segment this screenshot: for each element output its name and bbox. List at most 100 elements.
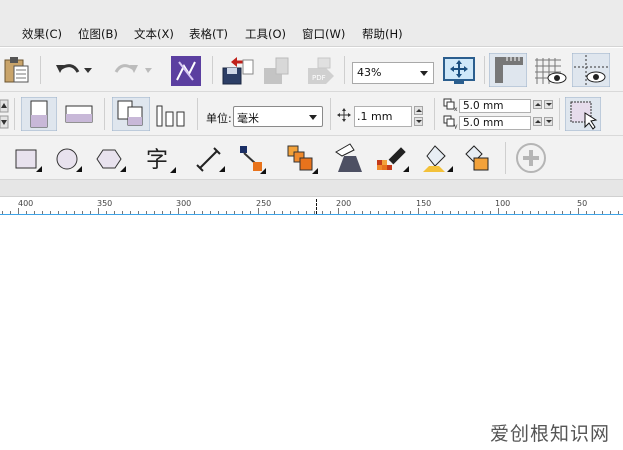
ruler-tick xyxy=(546,211,547,214)
duplicate-y-icon: y xyxy=(443,115,459,129)
ruler-tick xyxy=(186,211,187,214)
ruler-tick xyxy=(162,211,163,214)
ruler-tick xyxy=(66,211,67,214)
ruler-tick xyxy=(154,211,155,214)
nudge-distance-input[interactable]: .1 mm xyxy=(354,106,412,127)
ruler-tick xyxy=(442,211,443,214)
ruler-tick xyxy=(90,211,91,214)
ruler-tick xyxy=(498,208,499,214)
menu-effects[interactable]: 效果(C) xyxy=(22,26,62,42)
corel-connect-icon[interactable] xyxy=(171,56,201,86)
all-pages-icon[interactable] xyxy=(112,97,150,131)
ruler-tick xyxy=(570,211,571,214)
ruler-tick xyxy=(530,211,531,214)
nudge-decrease-button[interactable] xyxy=(414,117,423,126)
menu-tools[interactable]: 工具(O) xyxy=(245,26,286,42)
ruler-tick xyxy=(202,211,203,214)
text-tool-icon[interactable]: 字 xyxy=(144,145,178,175)
ruler-tick xyxy=(122,211,123,214)
units-label: 单位: xyxy=(206,112,232,125)
ruler-tick xyxy=(34,211,35,214)
ruler-tick xyxy=(330,211,331,214)
zoom-level-select[interactable]: 43% xyxy=(352,62,434,84)
duplicate-y-decrease-button[interactable] xyxy=(544,117,553,126)
drawing-canvas[interactable] xyxy=(0,216,623,450)
ruler-tick xyxy=(114,211,115,214)
rectangle-tool-icon[interactable] xyxy=(14,148,44,174)
ruler-tick xyxy=(2,211,3,214)
duplicate-x-decrease-button[interactable] xyxy=(544,100,553,109)
menu-help[interactable]: 帮助(H) xyxy=(362,26,403,42)
nudge-increase-button[interactable] xyxy=(414,106,423,115)
menu-table[interactable]: 表格(T) xyxy=(189,26,228,42)
duplicate-y-input[interactable]: 5.0 mm xyxy=(459,116,531,130)
ruler-tick xyxy=(578,208,579,214)
connector-tool-icon[interactable] xyxy=(236,144,268,174)
show-rulers-icon[interactable] xyxy=(489,53,527,87)
ruler-tick xyxy=(74,211,75,214)
smart-fill-tool-icon[interactable] xyxy=(460,142,494,174)
application-window: 效果(C) 位图(B) 文本(X) 表格(T) 工具(O) 窗口(W) 帮助(H… xyxy=(0,0,623,450)
paste-icon[interactable] xyxy=(2,56,32,84)
polygon-tool-icon[interactable] xyxy=(96,148,128,174)
menu-window[interactable]: 窗口(W) xyxy=(302,26,345,42)
ellipse-tool-icon[interactable] xyxy=(54,148,84,174)
full-screen-preview-icon[interactable] xyxy=(442,56,476,86)
horizontal-ruler[interactable]: 400 350 300 250 200 150 100 50 xyxy=(0,197,623,215)
ruler-tick xyxy=(506,211,507,214)
import-icon[interactable] xyxy=(221,56,255,86)
page-size-spinner-icon[interactable] xyxy=(0,98,10,130)
ruler-tick xyxy=(338,208,339,214)
ruler-label: 300 xyxy=(176,199,192,208)
ruler-tick xyxy=(426,211,427,214)
undo-icon[interactable] xyxy=(54,60,94,82)
ruler-tick xyxy=(226,211,227,214)
duplicate-x-input[interactable]: 5.0 mm xyxy=(459,99,531,113)
ruler-tick xyxy=(218,211,219,214)
ruler-tick xyxy=(106,211,107,214)
ruler-tick xyxy=(386,211,387,214)
landscape-orientation-icon[interactable] xyxy=(64,102,96,126)
ruler-tick xyxy=(26,211,27,214)
ruler-tick xyxy=(618,211,619,214)
transparency-tool-icon[interactable] xyxy=(332,142,362,174)
current-page-icon[interactable] xyxy=(154,102,190,128)
ruler-tick xyxy=(234,211,235,214)
menu-bitmaps[interactable]: 位图(B) xyxy=(78,26,118,42)
duplicate-x-increase-button[interactable] xyxy=(533,100,542,109)
add-tool-icon[interactable] xyxy=(515,142,547,174)
ruler-tick xyxy=(250,211,251,214)
ruler-tick xyxy=(306,211,307,214)
interactive-fill-tool-icon[interactable] xyxy=(419,142,455,174)
ruler-tick xyxy=(170,211,171,214)
ruler-tick xyxy=(98,208,99,214)
ruler-tick xyxy=(370,211,371,214)
show-guidelines-icon[interactable] xyxy=(572,53,610,87)
treat-as-filled-icon[interactable] xyxy=(565,97,601,131)
units-select[interactable]: 毫米 xyxy=(233,106,323,127)
ruler-tick xyxy=(474,211,475,214)
chevron-down-icon xyxy=(420,71,428,76)
ruler-tick xyxy=(242,211,243,214)
ruler-label: 100 xyxy=(495,199,511,208)
show-grid-icon[interactable] xyxy=(533,56,567,86)
ruler-cursor-marker xyxy=(316,199,317,214)
blend-tool-icon[interactable] xyxy=(286,144,320,174)
ruler-tick xyxy=(210,211,211,214)
ruler-tick xyxy=(274,211,275,214)
ruler-label: 200 xyxy=(336,199,352,208)
dimension-tool-icon[interactable] xyxy=(195,146,227,174)
ruler-label: 250 xyxy=(256,199,272,208)
ruler-tick xyxy=(130,211,131,214)
eyedropper-tool-icon[interactable] xyxy=(375,142,411,174)
ruler-tick xyxy=(402,211,403,214)
duplicate-x-icon: x xyxy=(443,98,459,112)
menu-text[interactable]: 文本(X) xyxy=(134,26,174,42)
ruler-tick xyxy=(42,211,43,214)
ruler-tick xyxy=(138,211,139,214)
ruler-tick xyxy=(378,211,379,214)
portrait-orientation-icon[interactable] xyxy=(21,97,57,131)
duplicate-y-increase-button[interactable] xyxy=(533,117,542,126)
ruler-tick xyxy=(10,211,11,214)
ruler-tick xyxy=(482,211,483,214)
